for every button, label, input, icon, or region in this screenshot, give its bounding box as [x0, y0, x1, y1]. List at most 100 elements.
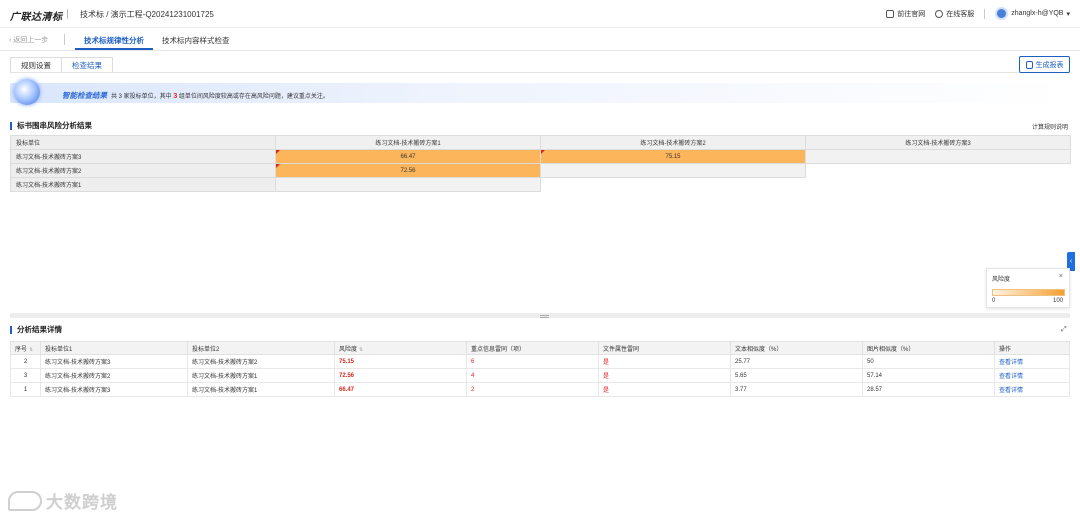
- active-tab-indicator: [75, 48, 153, 50]
- image-similarity-cell: 57.14: [862, 368, 995, 383]
- headset-icon: [935, 9, 944, 18]
- column-header: 投标单位1: [40, 341, 188, 355]
- image-similarity-cell: 50: [862, 354, 995, 369]
- matrix-cell[interactable]: 72.56: [275, 163, 541, 178]
- table-row: 3 练习文档-技术搬砖方案2 练习文档-技术搬砖方案1 72.56 4 是 5.…: [10, 368, 1070, 383]
- risk-cell: 75.15: [334, 354, 467, 369]
- flag-marker: [276, 150, 280, 154]
- table-header-row: 序号 ⇅ 投标单位1 投标单位2 风险度 ⇅ 重点信息雷同（项） 文件属性雷同 文本…: [10, 341, 1070, 355]
- column-header: 文本相似度（%）: [730, 341, 863, 355]
- sort-icon: ⇅: [359, 346, 364, 353]
- legend-gradient-bar: [992, 289, 1065, 296]
- matrix-cell[interactable]: 66.47: [275, 149, 541, 164]
- official-site-label: 前往官网: [897, 10, 926, 18]
- tab-style-check[interactable]: 技术标内容样式检查: [162, 35, 230, 46]
- matrix-empty: [806, 164, 1071, 178]
- drag-handle-icon[interactable]: [540, 315, 549, 318]
- flag-marker: [276, 164, 280, 168]
- legend-title: 风险度: [992, 277, 1011, 283]
- generate-report-button[interactable]: 生成报表: [1019, 56, 1070, 73]
- matrix-cell: [540, 163, 806, 178]
- unit1-cell: 练习文档-技术搬砖方案3: [40, 382, 188, 397]
- subtab-check-results[interactable]: 检查结果: [61, 57, 113, 73]
- user-name: zhanglx-h@YQB: [1011, 10, 1064, 17]
- header-divider: [984, 8, 986, 19]
- matrix-empty: [806, 178, 1071, 192]
- online-service-link[interactable]: 在线客服: [935, 9, 974, 19]
- report-icon: [1025, 60, 1033, 69]
- fullscreen-icon[interactable]: ⤢: [1061, 326, 1067, 334]
- unit2-cell: 练习文档-技术搬砖方案1: [187, 382, 335, 397]
- back-label: 返回上一步: [13, 37, 49, 44]
- file-attr-cell: 是: [598, 368, 731, 383]
- file-attr-cell: 是: [598, 382, 731, 397]
- row-number: 2: [10, 354, 41, 369]
- chevron-left-icon: ‹: [1069, 258, 1073, 265]
- ai-orb-icon: [14, 79, 40, 105]
- column-header: 重点信息雷同（项）: [466, 341, 599, 355]
- risk-cell: 66.47: [334, 382, 467, 397]
- text-similarity-cell: 25.77: [730, 354, 863, 369]
- matrix-column-header: 练习文档-技术搬砖方案3: [805, 135, 1071, 150]
- matrix-cell-value: 72.56: [400, 167, 416, 174]
- matrix-empty: [541, 178, 806, 192]
- official-site-link[interactable]: 前往官网: [886, 9, 925, 19]
- row-number: 3: [10, 368, 41, 383]
- back-button[interactable]: ‹ 返回上一步: [9, 35, 48, 45]
- table-row: 1 练习文档-技术搬砖方案3 练习文档-技术搬砖方案1 66.47 2 是 3.…: [10, 382, 1070, 397]
- matrix-cell[interactable]: 75.15: [540, 149, 806, 164]
- banner-summary: 共 3 家投标单位，其中 3 组单位间风险度较高或存在高风险问题，建议重点关注。: [111, 91, 329, 100]
- details-table: 序号 ⇅ 投标单位1 投标单位2 风险度 ⇅ 重点信息雷同（项） 文件属性雷同 文本…: [10, 341, 1070, 397]
- risk-section-title: 标书围串风险分析结果: [10, 122, 92, 130]
- key-info-cell: 4: [466, 368, 599, 383]
- tab-regularity-analysis[interactable]: 技术标规律性分析: [84, 35, 144, 46]
- column-header[interactable]: 序号 ⇅: [10, 341, 41, 355]
- matrix-row-header: 练习文档-技术搬砖方案1: [10, 177, 276, 192]
- key-info-cell: 2: [466, 382, 599, 397]
- calc-rule-link[interactable]: 计算规则说明: [1032, 122, 1068, 131]
- row-number: 1: [10, 382, 41, 397]
- legend-max: 100: [1052, 298, 1063, 304]
- flag-marker: [541, 150, 545, 154]
- online-service-label: 在线客服: [946, 10, 975, 18]
- unit1-cell: 练习文档-技术搬砖方案3: [40, 354, 188, 369]
- generate-report-label: 生成报表: [1035, 61, 1064, 69]
- matrix-row-header: 练习文档-技术搬砖方案2: [10, 163, 276, 178]
- column-header-label: 序号: [15, 346, 28, 353]
- risk-cell: 72.56: [334, 368, 467, 383]
- view-details-link[interactable]: 查看详情: [994, 354, 1070, 369]
- risk-matrix: 投标单位 练习文档-技术搬砖方案1 练习文档-技术搬砖方案2 练习文档-技术搬砖…: [10, 135, 1071, 192]
- subtab-rule-settings[interactable]: 规则设置: [10, 57, 62, 73]
- matrix-cell: [805, 149, 1071, 164]
- view-details-link[interactable]: 查看详情: [994, 368, 1070, 383]
- unit1-cell: 练习文档-技术搬砖方案2: [40, 368, 188, 383]
- matrix-cell-value: 66.47: [400, 153, 416, 160]
- column-header: 文件属性雷同: [598, 341, 731, 355]
- details-section-title: 分析结果详情: [10, 326, 62, 334]
- column-header[interactable]: 风险度 ⇅: [334, 341, 467, 355]
- caret-down-icon: ▾: [1066, 10, 1070, 18]
- header-divider: [67, 9, 68, 19]
- close-icon[interactable]: ×: [1059, 273, 1063, 280]
- matrix-corner-label: 投标单位: [10, 135, 276, 150]
- avatar: [995, 7, 1009, 20]
- image-similarity-cell: 28.57: [862, 382, 995, 397]
- matrix-column-header: 练习文档-技术搬砖方案1: [275, 135, 541, 150]
- top-header: 广联达清标 技术标 / 演示工程-Q20241231001725 前往官网 在线…: [0, 0, 1080, 28]
- banner-text-pre: 共 3 家投标单位，其中: [111, 94, 174, 100]
- banner-text-post: 组单位间风险度较高或存在高风险问题，建议重点关注。: [177, 94, 329, 100]
- watermark: 大数跨境: [8, 488, 118, 513]
- nav-bar: ‹ 返回上一步 技术标规律性分析 技术标内容样式检查: [0, 28, 1080, 51]
- column-header: 操作: [994, 341, 1070, 355]
- unit2-cell: 练习文档-技术搬砖方案1: [187, 368, 335, 383]
- legend-min: 0: [992, 298, 996, 304]
- subtabs-divider: [10, 72, 1070, 73]
- column-header: 投标单位2: [187, 341, 335, 355]
- user-menu[interactable]: zhanglx-h@YQB ▾: [995, 7, 1070, 20]
- sub-tabs: 规则设置 检查结果: [10, 57, 113, 73]
- sort-icon: ⇅: [29, 346, 34, 353]
- file-attr-cell: 是: [598, 354, 731, 369]
- view-details-link[interactable]: 查看详情: [994, 382, 1070, 397]
- matrix-cell-value: 75.15: [665, 153, 681, 160]
- app-logo[interactable]: 广联达清标: [10, 8, 63, 23]
